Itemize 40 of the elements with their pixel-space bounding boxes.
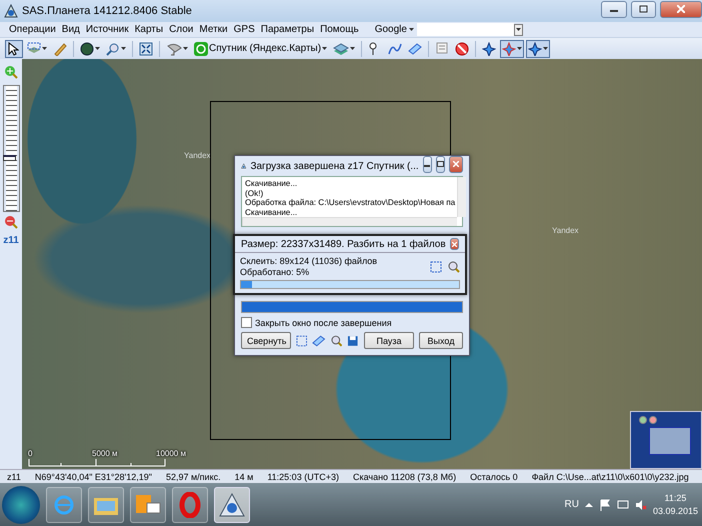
status-text: Файл C:\Use...at\z11\0\x601\0\y232.jpg (532, 472, 689, 482)
pause-button[interactable]: Пауза (364, 332, 414, 349)
clock[interactable]: 11:25 03.09.2015 (652, 492, 698, 518)
dialog-title: Размер: 22337x31489. Разбить на 1 файлов (241, 238, 446, 250)
menu-item[interactable]: Параметры (258, 24, 318, 35)
menu-item[interactable]: Вид (58, 24, 83, 35)
window-title: SAS.Планета 141212.8406 Stable (22, 5, 193, 17)
menu-item[interactable]: Операции (6, 24, 59, 35)
dialog-title: Загрузка завершена z17 Спутник (... (250, 160, 419, 172)
scale-label: 5000 м (92, 449, 118, 458)
exit-button[interactable]: Выход (419, 332, 463, 349)
map-watermark: Yandex (184, 151, 211, 160)
menu-item[interactable]: Метки (196, 24, 231, 35)
checkbox-label: Закрыть окно после завершения (255, 318, 392, 328)
status-text: z11 (7, 472, 21, 482)
status-line: Склеить: 89x124 (11036) файлов (240, 256, 378, 267)
log-line: Скачивание... (245, 208, 298, 217)
status-text: N69°43'40,04" E31°28'12,19" (34, 472, 152, 482)
search-provider-dropdown[interactable]: Google (372, 24, 417, 35)
menu-item[interactable]: Источник (82, 24, 132, 35)
map-source-dropdown[interactable]: Спутник (Яндекс.Карты) (192, 40, 330, 58)
minimize-to-tray-button[interactable]: Свернуть (241, 332, 291, 349)
language-indicator[interactable]: RU (564, 499, 579, 510)
menu-item[interactable]: GPS (230, 24, 258, 35)
map-watermark: Yandex (552, 226, 579, 235)
log-line: (Ok!) (245, 188, 264, 198)
status-text: 52,97 м/пикс. (166, 472, 221, 482)
menu-item[interactable]: Карты (132, 24, 166, 35)
log-line: Скачивание... (245, 179, 298, 188)
menu-item[interactable]: Слои (166, 24, 196, 35)
log-line: Обработка файла: C:\Users\evstratov\Desktop\Новая па (245, 198, 456, 208)
status-text: Осталось 0 (470, 472, 518, 482)
zoom-level-label: z11 (3, 235, 19, 246)
status-text: Скачано 11208 (73,8 Мб) (352, 472, 456, 482)
status-text: 11:25:03 (UTC+3) (267, 472, 339, 482)
menu-item[interactable]: Помощь (317, 24, 362, 35)
status-text: 14 м (234, 472, 254, 482)
scale-label: 10000 м (156, 449, 186, 458)
scale-label: 0 (28, 449, 32, 458)
status-line: Обработано: 5% (240, 267, 310, 278)
